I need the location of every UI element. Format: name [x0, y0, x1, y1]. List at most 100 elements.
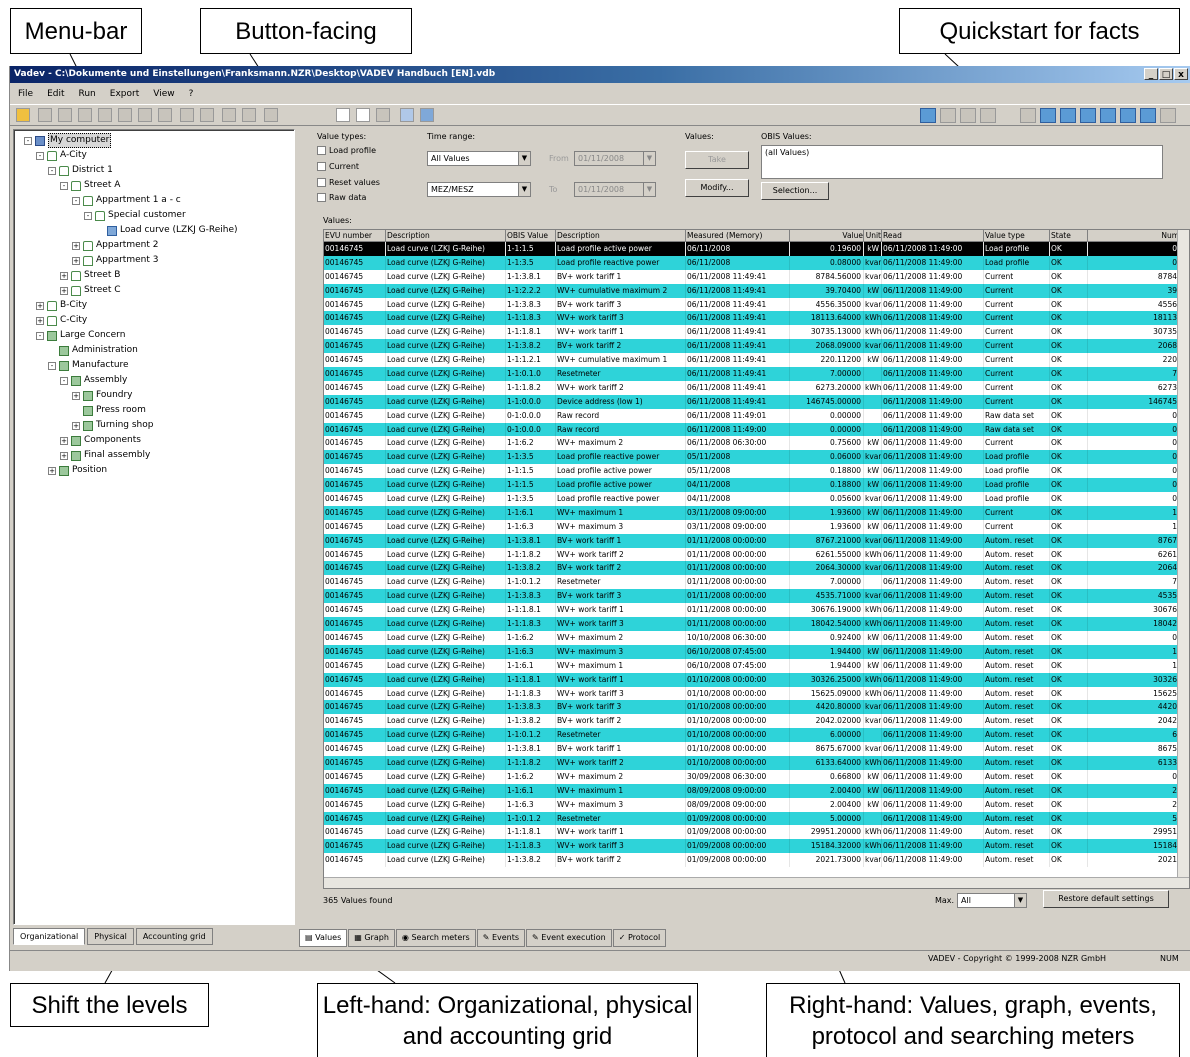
minimize-button[interactable]: _	[1144, 68, 1158, 80]
expand-icon[interactable]: +	[72, 256, 80, 265]
tab-events[interactable]: ✎ Events	[476, 929, 526, 947]
collapse-icon[interactable]: -	[84, 211, 92, 220]
expand-icon[interactable]: +	[72, 241, 80, 250]
table-row[interactable]: 00146745 Load curve (LZKJ G-Reihe) 1-1:0.1…	[324, 575, 1189, 590]
meter-icon[interactable]	[420, 108, 434, 122]
tree-node[interactable]: + Appartment 3	[72, 254, 158, 267]
table-row[interactable]: 00146745 Load curve (LZKJ G-Reihe) 1-1:3.8…	[324, 269, 1189, 284]
table-row[interactable]: 00146745 Load curve (LZKJ G-Reihe) 1-1:0.1…	[324, 367, 1189, 381]
tab-accounting-grid[interactable]: Accounting grid	[135, 928, 213, 945]
expand-icon[interactable]: +	[60, 286, 68, 295]
tree-node[interactable]: Load curve (LZKJ G-Reihe)	[96, 224, 238, 237]
tree-node[interactable]: - Street A	[60, 179, 120, 192]
modify-button[interactable]: Modify...	[685, 179, 749, 197]
tab-search-meters[interactable]: ◉ Search meters	[395, 929, 476, 947]
table-row[interactable]: 00146745 Load curve (LZKJ G-Reihe) 1-1:1.8…	[324, 672, 1189, 687]
timezone-select[interactable]: MEZ/MESZ ▼	[427, 182, 531, 197]
table-row[interactable]: 00146745 Load curve (LZKJ G-Reihe) 1-1:6.3…	[324, 644, 1189, 659]
tree-node[interactable]: + Street C	[60, 284, 121, 297]
column-header[interactable]: State	[1050, 230, 1088, 241]
horizontal-scrollbar[interactable]	[324, 877, 1189, 888]
table-row[interactable]: 00146745 Load curve (LZKJ G-Reihe) 1-1:1.5…	[324, 242, 1189, 256]
table-row[interactable]: 00146745 Load curve (LZKJ G-Reihe) 1-1:6.2…	[324, 769, 1189, 784]
tile-view-icon[interactable]	[376, 108, 390, 122]
table-row[interactable]: 00146745 Load curve (LZKJ G-Reihe) 1-1:1.8…	[324, 603, 1189, 618]
quickstart-search-icon[interactable]	[1100, 108, 1116, 123]
quickstart-settings-icon[interactable]	[980, 108, 996, 123]
expand-icon[interactable]: +	[48, 466, 56, 475]
menu-run[interactable]: Run	[79, 89, 96, 99]
tab-physical[interactable]: Physical	[87, 928, 134, 945]
table-row[interactable]: 00146745 Load curve (LZKJ G-Reihe) 1-1:3.8…	[324, 853, 1189, 868]
tree-node[interactable]: + Final assembly	[60, 449, 150, 462]
column-header[interactable]: Num	[1088, 230, 1180, 241]
table-row[interactable]: 00146745 Load curve (LZKJ G-Reihe) 1-1:3.8…	[324, 589, 1189, 604]
tree-node[interactable]: Press room	[72, 404, 146, 417]
quickstart-report-icon[interactable]	[1060, 108, 1076, 123]
tab-protocol[interactable]: ✓ Protocol	[612, 929, 667, 947]
table-row[interactable]: 00146745 Load curve (LZKJ G-Reihe) 1-1:3.5…	[324, 255, 1189, 270]
table-row[interactable]: 00146745 Load curve (LZKJ G-Reihe) 1-1:3.8…	[324, 561, 1189, 576]
table-row[interactable]: 00146745 Load curve (LZKJ G-Reihe) 1-1:6.1…	[324, 783, 1189, 798]
expand-icon[interactable]: +	[72, 421, 80, 430]
column-header[interactable]: OBIS Value	[506, 230, 556, 241]
quickstart-export-icon[interactable]	[1020, 108, 1036, 123]
expand-icon[interactable]: +	[36, 301, 44, 310]
obis-values-field[interactable]: (all Values)	[761, 145, 1163, 179]
expand-icon[interactable]: +	[60, 451, 68, 460]
quickstart-graph-icon[interactable]	[940, 108, 956, 123]
network-icon[interactable]	[400, 108, 414, 122]
preview-icon[interactable]	[200, 108, 214, 122]
cut-icon[interactable]	[58, 108, 72, 122]
tree-node[interactable]: - District 1	[48, 164, 113, 177]
menu-export[interactable]: Export	[110, 89, 139, 99]
tree-node[interactable]: + C-City	[36, 314, 87, 327]
list-view-icon[interactable]	[336, 108, 350, 122]
vertical-scrollbar[interactable]	[1177, 230, 1189, 888]
tree-node[interactable]: + B-City	[36, 299, 87, 312]
table-row[interactable]: 00146745 Load curve (LZKJ G-Reihe) 1-1:6.2…	[324, 436, 1189, 451]
table-row[interactable]: 00146745 Load curve (LZKJ G-Reihe) 1-1:6.1…	[324, 658, 1189, 673]
table-row[interactable]: 00146745 Load curve (LZKJ G-Reihe) 1-1:1.8…	[324, 380, 1189, 395]
table-row[interactable]: 00146745 Load curve (LZKJ G-Reihe) 1-1:3.8…	[324, 339, 1189, 354]
collapse-icon[interactable]: -	[60, 181, 68, 190]
menu-edit[interactable]: Edit	[47, 89, 64, 99]
to-date-picker[interactable]: 01/11/2008 ▼	[574, 182, 656, 197]
column-header[interactable]: Unit	[864, 230, 882, 241]
copy-icon[interactable]	[78, 108, 92, 122]
load-profile-checkbox[interactable]: Load profile	[317, 146, 376, 155]
tree-node[interactable]: - My computer	[24, 133, 112, 148]
table-row[interactable]: 00146745 Load curve (LZKJ G-Reihe) 1-1:1.2…	[324, 353, 1189, 368]
tree-node[interactable]: - Special customer	[84, 209, 186, 222]
collapse-icon[interactable]: -	[60, 376, 68, 385]
new-icon[interactable]	[138, 108, 152, 122]
tree-node[interactable]: - A-City	[36, 149, 87, 162]
table-row[interactable]: 00146745 Load curve (LZKJ G-Reihe) 1-1:1.8…	[324, 617, 1189, 631]
table-row[interactable]: 00146745 Load curve (LZKJ G-Reihe) 1-1:1.8…	[324, 755, 1189, 770]
tree-node[interactable]: - Assembly	[60, 374, 127, 387]
collapse-icon[interactable]: -	[24, 136, 32, 145]
collapse-icon[interactable]: -	[72, 196, 80, 205]
column-header[interactable]: Description	[556, 230, 686, 241]
quickstart-schedule-icon[interactable]	[1120, 108, 1136, 123]
close-button[interactable]: x	[1174, 68, 1188, 80]
tree-node[interactable]: - Appartment 1 a - c	[72, 194, 181, 207]
time-range-select[interactable]: All Values ▼	[427, 151, 531, 166]
tree-node[interactable]: - Large Concern	[36, 329, 125, 342]
tree-node[interactable]: + Components	[60, 434, 141, 447]
table-row[interactable]: 00146745 Load curve (LZKJ G-Reihe) 1-1:3.8…	[324, 533, 1189, 548]
paste-icon[interactable]	[98, 108, 112, 122]
menu-help[interactable]: ?	[189, 89, 194, 99]
column-header[interactable]: Value type	[984, 230, 1050, 241]
tab-values[interactable]: ▤ Values	[299, 929, 348, 947]
properties-icon[interactable]	[158, 108, 172, 122]
column-header[interactable]: Measured (Memory)	[686, 230, 790, 241]
table-row[interactable]: 00146745 Load curve (LZKJ G-Reihe) 1-1:6.1…	[324, 505, 1189, 520]
quickstart-protocol-icon[interactable]	[1080, 108, 1096, 123]
collapse-icon[interactable]: -	[36, 151, 44, 160]
open-icon[interactable]	[16, 108, 30, 122]
quickstart-read-icon[interactable]	[920, 108, 936, 123]
column-header[interactable]: Description	[386, 230, 506, 241]
expand-icon[interactable]: +	[60, 271, 68, 280]
organizational-tree[interactable]: - My computer - A-City - District 1- Street A-…	[13, 129, 295, 925]
